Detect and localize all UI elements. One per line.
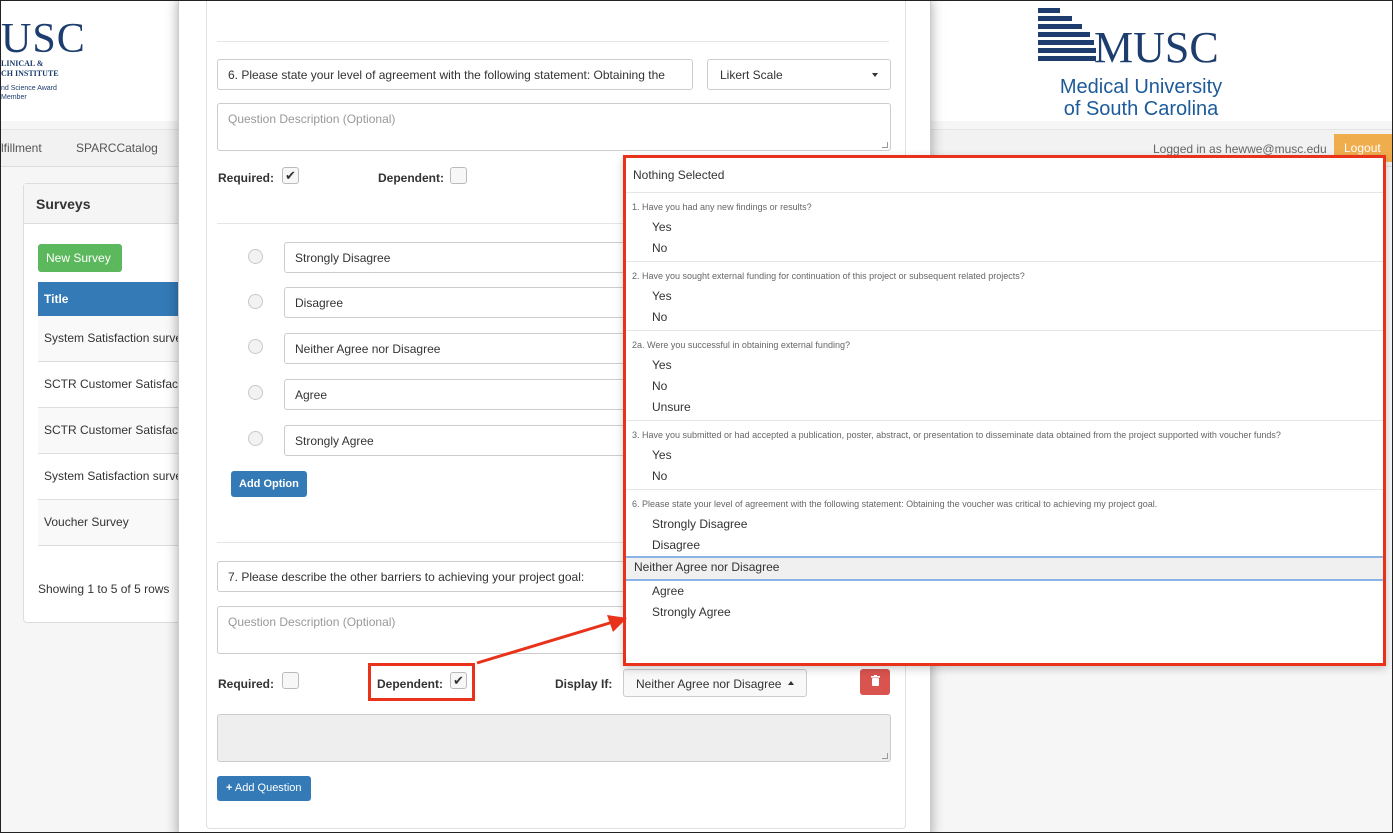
option-input[interactable]: Strongly Disagree [284,242,629,273]
option-input[interactable]: Strongly Agree [284,425,629,456]
sctr-logo-line3: nd Science Award [1,85,57,92]
nav-fulfillment[interactable]: lfillment [1,141,42,155]
screenshot-frame: USC LINICAL & CH INSTITUTE nd Science Aw… [0,0,1393,833]
sctr-logo: USC LINICAL & CH INSTITUTE nd Science Aw… [1,16,181,102]
q7-required-checkbox[interactable] [282,672,299,689]
dependent-highlight [368,663,475,701]
question-type-value: Likert Scale [720,68,783,82]
dropdown-group: 2. Have you sought external funding for … [626,262,1383,331]
option-input[interactable]: Agree [284,379,629,410]
resize-handle-icon[interactable] [882,142,888,148]
radio-icon [248,249,263,264]
caret-down-icon [872,73,878,77]
required-label: Required: [218,677,275,691]
display-if-dropdown: Nothing Selected 1. Have you had any new… [623,155,1386,666]
resize-handle-icon [882,753,888,759]
dropdown-option[interactable]: Unsure [626,397,1383,418]
logged-in-user: Logged in as hewwe@musc.edu [1153,142,1327,156]
option-input[interactable]: Disagree [284,287,629,318]
question-6-description[interactable]: Question Description (Optional) [217,103,891,151]
question-7-answer-preview [217,714,891,762]
caret-up-icon [788,681,794,685]
add-question-button[interactable]: + Add Question [217,776,311,801]
dropdown-option[interactable]: No [626,466,1383,487]
musc-logo-bars [1038,8,1098,66]
new-survey-button[interactable]: New Survey [38,244,122,272]
dropdown-option[interactable]: Yes [626,355,1383,376]
dropdown-option[interactable]: Agree [626,581,1383,602]
dropdown-group: 6. Please state your level of agreement … [626,490,1383,625]
add-question-label: Add Question [234,782,302,794]
radio-icon [248,431,263,446]
dropdown-option[interactable]: No [626,307,1383,328]
radio-icon [248,339,263,354]
display-if-label: Display If: [555,677,613,691]
nav-sparccatalog[interactable]: SPARCCatalog [76,141,158,155]
sctr-logo-line1: LINICAL & [1,59,44,68]
dropdown-option-selected[interactable]: Neither Agree nor Disagree [626,556,1383,581]
q6-required-checkbox[interactable]: ✔ [282,167,299,184]
question-type-select[interactable]: Likert Scale [707,59,891,90]
sctr-logo-line4: Member [1,94,27,101]
dropdown-group-header: 2. Have you sought external funding for … [632,271,1025,281]
dropdown-group: 2a. Were you successful in obtaining ext… [626,331,1383,421]
dropdown-option[interactable]: Disagree [626,535,1383,556]
q6-dependent-checkbox[interactable] [450,167,467,184]
divider [217,41,889,42]
dropdown-group-header: 6. Please state your level of agreement … [632,499,1158,509]
dropdown-option[interactable]: Yes [626,445,1383,466]
dropdown-option[interactable]: Strongly Agree [626,602,1383,623]
description-placeholder: Question Description (Optional) [228,615,396,629]
display-if-value: Neither Agree nor Disagree [636,677,782,691]
dropdown-group: 1. Have you had any new findings or resu… [626,193,1383,262]
dropdown-option[interactable]: Strongly Disagree [626,514,1383,535]
dropdown-nothing-selected[interactable]: Nothing Selected [626,158,1383,193]
dropdown-group: 3. Have you submitted or had accepted a … [626,421,1383,490]
required-label: Required: [218,171,275,185]
dropdown-option[interactable]: Yes [626,217,1383,238]
delete-question-button[interactable] [860,669,890,695]
option-input[interactable]: Neither Agree nor Disagree [284,333,629,364]
dropdown-group-header: 3. Have you submitted or had accepted a … [632,430,1281,440]
display-if-select[interactable]: Neither Agree nor Disagree [623,669,807,697]
musc-logo-mark: MUSC [1094,23,1219,72]
dropdown-group-header: 2a. Were you successful in obtaining ext… [632,340,850,350]
dropdown-option[interactable]: No [626,376,1383,397]
plus-icon: + [226,782,233,794]
sctr-logo-line2: CH INSTITUTE [1,69,59,78]
question-7-input[interactable]: 7. Please describe the other barriers to… [217,561,627,592]
pagination-info: Showing 1 to 5 of 5 rows [38,582,170,596]
trash-icon [870,675,880,686]
sctr-logo-mark: USC [1,16,86,62]
question-6-input[interactable]: 6. Please state your level of agreement … [217,59,693,90]
dropdown-group-header: 1. Have you had any new findings or resu… [632,202,812,212]
add-option-button[interactable]: Add Option [231,471,307,497]
radio-icon [248,294,263,309]
question-7-description[interactable]: Question Description (Optional) [217,606,627,654]
description-placeholder: Question Description (Optional) [228,112,396,126]
dropdown-option[interactable]: Yes [626,286,1383,307]
dependent-label: Dependent: [378,171,444,185]
radio-icon [248,385,263,400]
musc-logo-subtitle: Medical University of South Carolina [1059,76,1223,120]
dropdown-option[interactable]: No [626,238,1383,259]
